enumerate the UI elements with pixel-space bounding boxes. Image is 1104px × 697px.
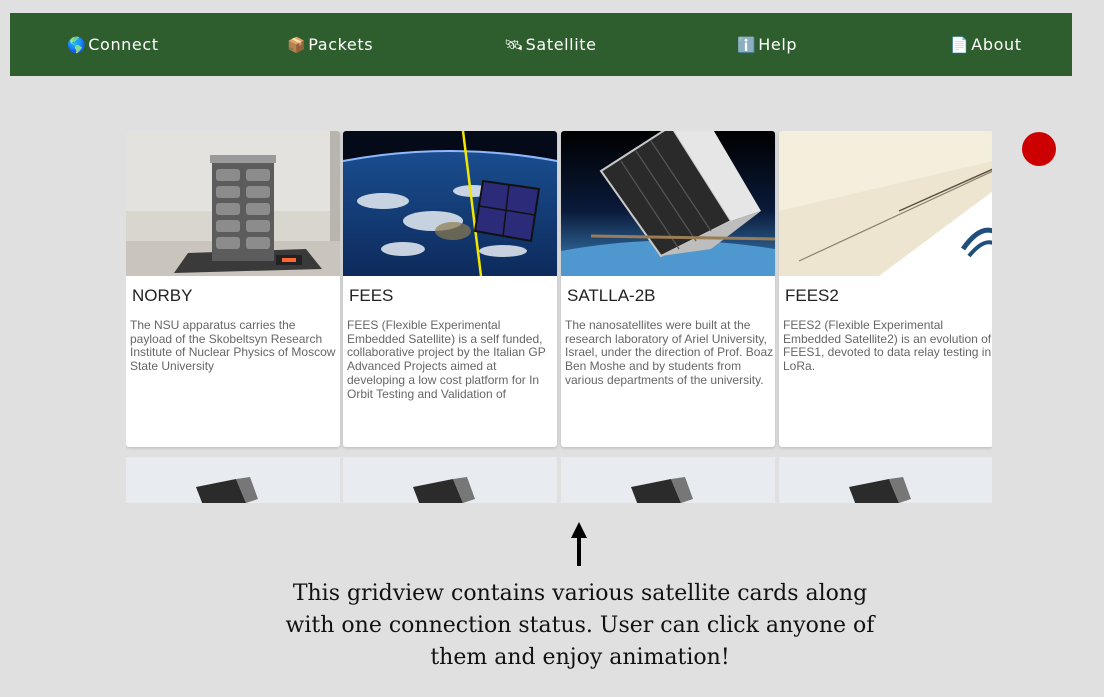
card-title: FEES2: [785, 286, 839, 305]
arrow-up-icon: [570, 522, 588, 571]
nav-connect[interactable]: 🌎 Connect: [67, 13, 159, 76]
satellite-grid: NORBY The NSU apparatus carries the payl…: [126, 131, 992, 503]
card-description: The NSU apparatus carries the payload of…: [130, 318, 336, 374]
satellite-card-row2[interactable]: [779, 457, 992, 503]
satlla-2b-image: [561, 131, 775, 276]
top-navbar: 🌎 Connect 📦 Packets 🛰 Satellite ℹ️ Help …: [10, 13, 1072, 76]
satellite-card-fees2[interactable]: FEES2 FEES2 (Flexible Experimental Embed…: [779, 131, 992, 447]
nav-packets[interactable]: 📦 Packets: [287, 13, 373, 76]
card-title: NORBY: [132, 286, 193, 305]
document-icon: 📄: [950, 35, 970, 54]
package-icon: 📦: [287, 35, 307, 54]
nav-connect-label: Connect: [88, 35, 159, 54]
satellite-card-row2[interactable]: [343, 457, 557, 503]
nav-packets-label: Packets: [308, 35, 374, 54]
nav-about-label: About: [971, 35, 1022, 54]
satellite-card-fees[interactable]: FEES FEES (Flexible Experimental Embedde…: [343, 131, 557, 447]
fees-image: [343, 131, 557, 276]
satellite-icon: 🛰: [504, 35, 524, 54]
satellite-card-satlla-2b[interactable]: SATLLA-2B The nanosatellites were built …: [561, 131, 775, 447]
nav-help-label: Help: [758, 35, 798, 54]
globe-icon: 🌎: [67, 35, 87, 54]
connection-status-indicator[interactable]: [1022, 132, 1056, 166]
annotation-caption: This gridview contains various satellite…: [285, 581, 875, 670]
satellite-card-row2[interactable]: [561, 457, 775, 503]
card-description: FEES2 (Flexible Experimental Embedded Sa…: [783, 318, 992, 374]
card-description: FEES (Flexible Experimental Embedded Sat…: [347, 318, 546, 401]
fees2-image: [779, 131, 992, 276]
card-description: The nanosatellites were built at the res…: [565, 318, 774, 387]
nav-help[interactable]: ℹ️ Help: [737, 13, 797, 76]
norby-image: [126, 131, 340, 276]
satellite-card-norby[interactable]: NORBY The NSU apparatus carries the payl…: [126, 131, 340, 447]
nav-satellite-label: Satellite: [525, 35, 597, 54]
satellite-card-row2[interactable]: [126, 457, 340, 503]
card-title: SATLLA-2B: [567, 286, 656, 305]
card-title: FEES: [349, 286, 394, 305]
nav-satellite[interactable]: 🛰 Satellite: [504, 13, 597, 76]
nav-about[interactable]: 📄 About: [950, 13, 1022, 76]
info-icon: ℹ️: [737, 35, 757, 54]
